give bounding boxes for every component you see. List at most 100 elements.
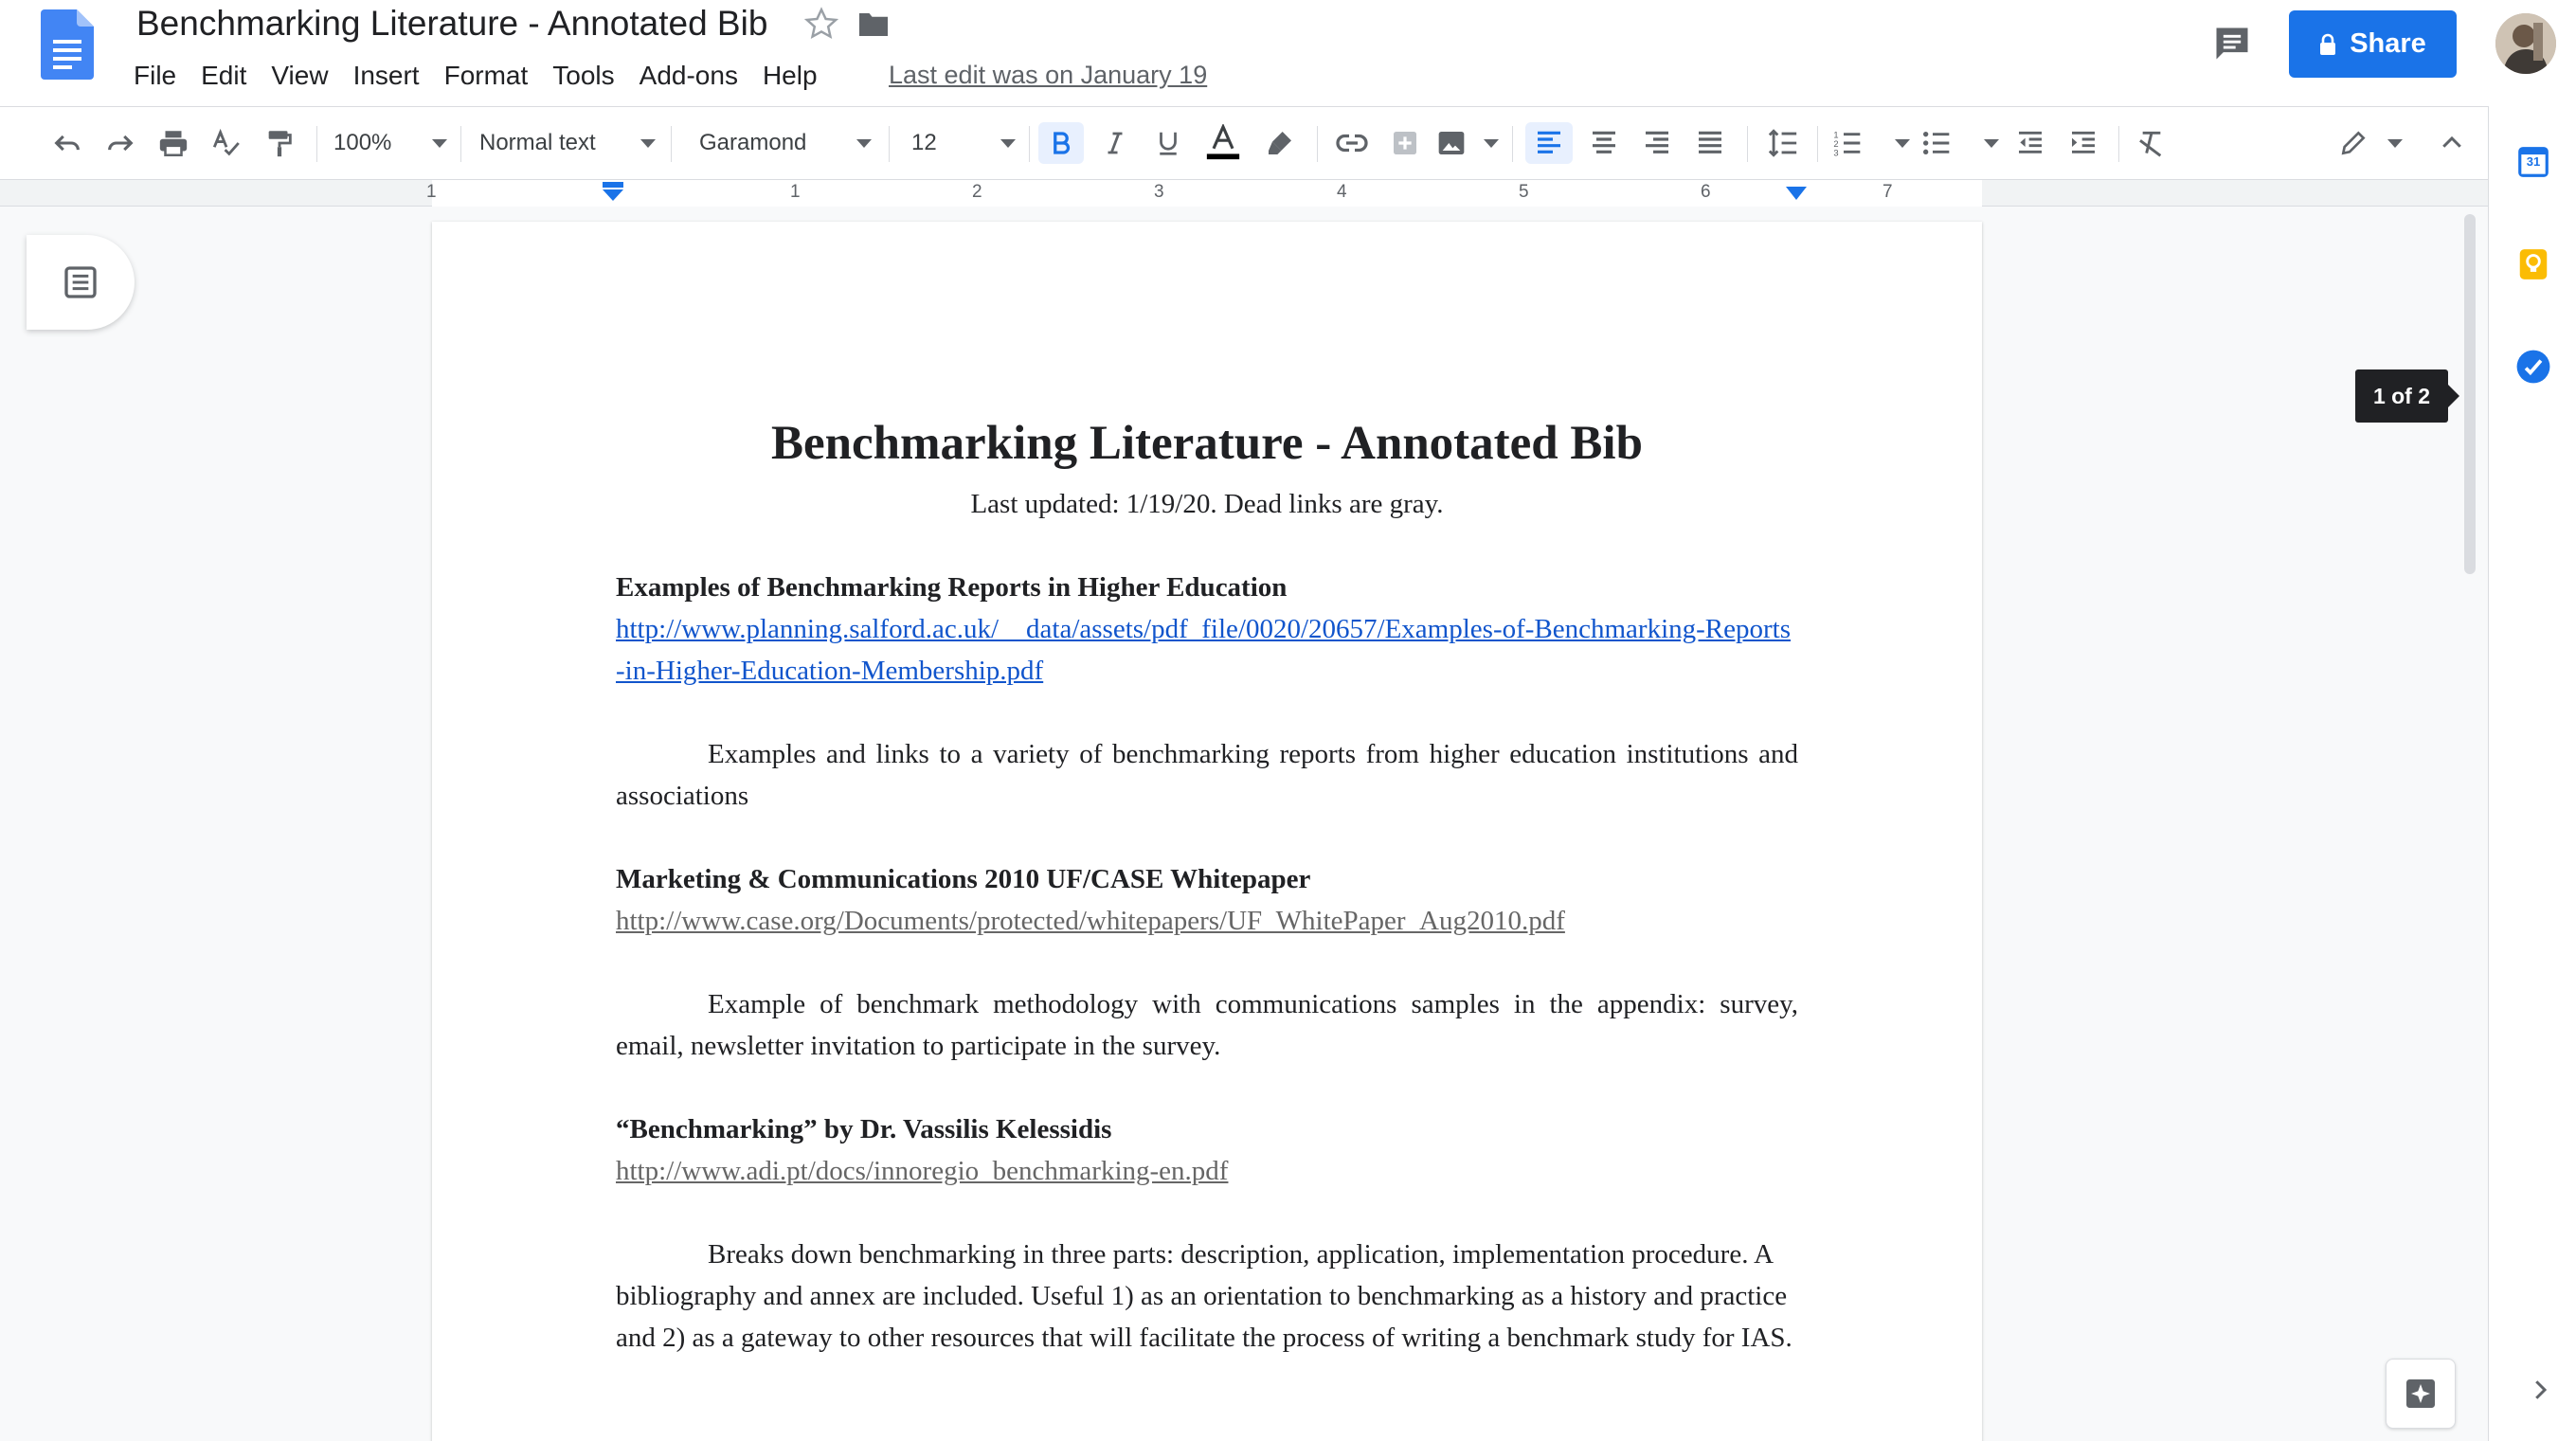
toolbar-divider	[1747, 126, 1748, 162]
title-bar: Benchmarking Literature - Annotated Bib …	[0, 0, 2576, 106]
numbered-list-icon: 123	[1833, 131, 1861, 157]
keep-button[interactable]	[2515, 246, 2551, 282]
document-page[interactable]: Benchmarking Literature - Annotated Bib …	[432, 222, 1982, 1441]
tasks-icon	[2516, 350, 2550, 384]
align-right-button[interactable]	[1635, 122, 1679, 164]
ruler-number: 2	[972, 182, 982, 202]
menu-tools[interactable]: Tools	[540, 61, 626, 93]
menu-insert[interactable]: Insert	[341, 61, 432, 93]
docs-app: Benchmarking Literature - Annotated Bib …	[0, 0, 2576, 1441]
bulleted-list-button[interactable]	[1921, 122, 1999, 164]
entry-link-dead[interactable]: http://www.adi.pt/docs/innoregio_benchma…	[616, 1150, 1798, 1192]
ruler[interactable]: 1 1 2 3 4 5 6 7	[0, 180, 2488, 207]
insert-link-button[interactable]	[1330, 122, 1374, 164]
menu-view[interactable]: View	[259, 61, 340, 93]
menu-add-ons[interactable]: Add-ons	[627, 61, 750, 93]
ruler-number: 7	[1882, 182, 1893, 202]
paint-format-icon	[268, 131, 292, 157]
entry-link[interactable]: http://www.planning.salford.ac.uk/__data…	[616, 608, 1798, 692]
redo-button[interactable]	[99, 122, 142, 164]
calendar-button[interactable]: 31	[2515, 144, 2551, 180]
underline-button[interactable]	[1146, 122, 1190, 164]
italic-button[interactable]	[1093, 122, 1137, 164]
bulleted-list-icon	[1923, 132, 1950, 154]
comments-icon[interactable]	[2211, 23, 2253, 64]
zoom-value: 100%	[333, 130, 392, 155]
chevron-down-icon	[1984, 138, 1999, 148]
menu-edit[interactable]: Edit	[189, 61, 259, 93]
line-spacing-button[interactable]	[1760, 122, 1806, 164]
insert-image-button[interactable]	[1436, 122, 1499, 164]
editing-mode-button[interactable]	[2338, 122, 2403, 164]
line-spacing-icon	[1768, 129, 1797, 157]
add-comment-icon	[1394, 132, 1416, 154]
menu-help[interactable]: Help	[750, 61, 830, 93]
scroll-thumb[interactable]	[2464, 214, 2476, 574]
text-color-button[interactable]	[1199, 122, 1247, 164]
align-center-icon	[1593, 131, 1615, 153]
docs-logo-icon[interactable]	[41, 9, 94, 80]
side-panel: 31	[2488, 106, 2576, 1441]
paint-format-button[interactable]	[258, 122, 301, 164]
menu-bar: File Edit View Insert Format Tools Add-o…	[121, 61, 830, 93]
increase-indent-button[interactable]	[2062, 122, 2105, 164]
link-icon	[1336, 134, 1368, 153]
entry-title: Marketing & Communications 2010 UF/CASE …	[616, 864, 1311, 894]
vertical-scrollbar[interactable]	[2461, 214, 2477, 1441]
entry-annotation: Example of benchmark methodology with co…	[616, 989, 1798, 1061]
hide-menus-button[interactable]	[2431, 122, 2473, 164]
lightbulb-icon	[2519, 249, 2548, 279]
chevron-down-icon	[640, 138, 656, 148]
ruler-number: 6	[1701, 182, 1711, 202]
font-select[interactable]: Garamond	[699, 122, 872, 164]
print-button[interactable]	[152, 122, 195, 164]
insert-comment-button[interactable]	[1383, 122, 1427, 164]
toolbar-divider	[889, 126, 890, 162]
document-outline-button[interactable]	[27, 235, 135, 330]
formatting-toolbar: 100% Normal text Garamond 12 1 2 3	[0, 106, 2488, 180]
decrease-indent-button[interactable]	[2009, 122, 2052, 164]
tasks-button[interactable]	[2515, 349, 2551, 385]
entry-link-dead[interactable]: http://www.case.org/Documents/protected/…	[616, 900, 1798, 942]
zoom-select[interactable]: 100%	[333, 122, 447, 164]
justify-button[interactable]	[1688, 122, 1732, 164]
lock-icon	[2320, 33, 2336, 55]
toolbar-divider	[316, 126, 317, 162]
right-indent-marker-icon[interactable]	[1785, 186, 1808, 201]
document-title[interactable]: Benchmarking Literature - Annotated Bib	[136, 4, 767, 44]
font-value: Garamond	[699, 130, 807, 155]
image-icon	[1438, 132, 1465, 154]
chevron-down-icon	[1895, 138, 1910, 148]
align-center-button[interactable]	[1582, 122, 1626, 164]
account-avatar[interactable]	[2495, 13, 2556, 74]
last-edit-link[interactable]: Last edit was on January 19	[889, 61, 1207, 90]
left-indent-marker-icon[interactable]	[601, 182, 625, 203]
star-icon[interactable]	[802, 4, 841, 44]
explore-button[interactable]	[2386, 1359, 2456, 1429]
toolbar-divider	[1029, 126, 1030, 162]
style-select[interactable]: Normal text	[479, 122, 656, 164]
entry-annotation: Examples and links to a variety of bench…	[616, 739, 1798, 811]
chevron-right-icon[interactable]	[2526, 1376, 2554, 1404]
numbered-list-button[interactable]: 123	[1832, 122, 1910, 164]
spellcheck-button[interactable]	[205, 122, 248, 164]
align-right-icon	[1646, 131, 1668, 153]
calendar-day: 31	[2526, 154, 2541, 169]
chevron-down-icon	[1000, 138, 1016, 148]
share-button[interactable]: Share	[2289, 10, 2457, 78]
print-icon	[159, 131, 188, 157]
justify-icon	[1699, 131, 1721, 153]
pencil-icon	[2341, 131, 2366, 155]
menu-format[interactable]: Format	[432, 61, 541, 93]
undo-button[interactable]	[45, 122, 89, 164]
entry-annotation: Breaks down benchmarking in three parts:…	[616, 1239, 1792, 1353]
bold-button[interactable]	[1038, 122, 1084, 164]
menu-file[interactable]: File	[121, 61, 189, 93]
clear-formatting-button[interactable]	[2130, 122, 2173, 164]
italic-icon	[1108, 132, 1123, 154]
highlight-color-button[interactable]	[1256, 122, 1304, 164]
align-left-button[interactable]	[1525, 122, 1573, 164]
style-value: Normal text	[479, 130, 596, 155]
folder-icon[interactable]	[856, 9, 891, 40]
font-size-select[interactable]: 12	[911, 122, 1016, 164]
